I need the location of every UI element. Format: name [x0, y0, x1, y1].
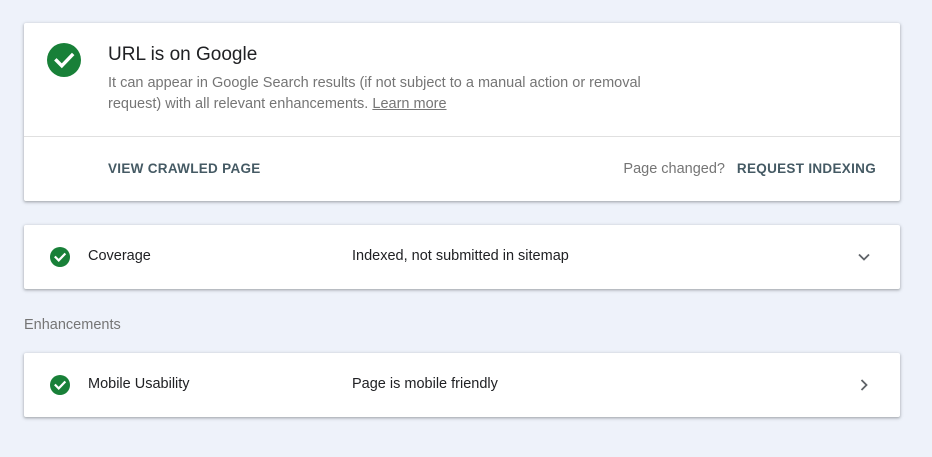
status-summary: URL is on Google It can appear in Google… [24, 23, 900, 136]
page-changed-label: Page changed? [623, 161, 725, 177]
view-crawled-page-button[interactable]: VIEW CRAWLED PAGE [108, 161, 261, 176]
enhancements-section-label: Enhancements [24, 317, 121, 333]
coverage-label: Coverage [88, 248, 151, 264]
check-circle-icon [47, 43, 81, 77]
mobile-usability-value: Page is mobile friendly [352, 376, 498, 392]
status-actions: VIEW CRAWLED PAGE Page changed? REQUEST … [24, 137, 900, 201]
status-description: It can appear in Google Search results (… [108, 73, 678, 115]
mobile-usability-row[interactable]: Mobile Usability Page is mobile friendly [24, 353, 900, 417]
coverage-value: Indexed, not submitted in sitemap [352, 248, 569, 264]
status-title: URL is on Google [108, 44, 258, 65]
url-status-card: URL is on Google It can appear in Google… [24, 23, 900, 201]
learn-more-link[interactable]: Learn more [372, 96, 446, 112]
mobile-usability-label: Mobile Usability [88, 376, 190, 392]
coverage-row[interactable]: Coverage Indexed, not submitted in sitem… [24, 225, 900, 289]
check-circle-icon [50, 375, 70, 395]
chevron-right-icon[interactable] [856, 377, 872, 393]
check-circle-icon [50, 247, 70, 267]
chevron-down-icon[interactable] [856, 249, 872, 265]
request-indexing-button[interactable]: REQUEST INDEXING [737, 161, 876, 176]
